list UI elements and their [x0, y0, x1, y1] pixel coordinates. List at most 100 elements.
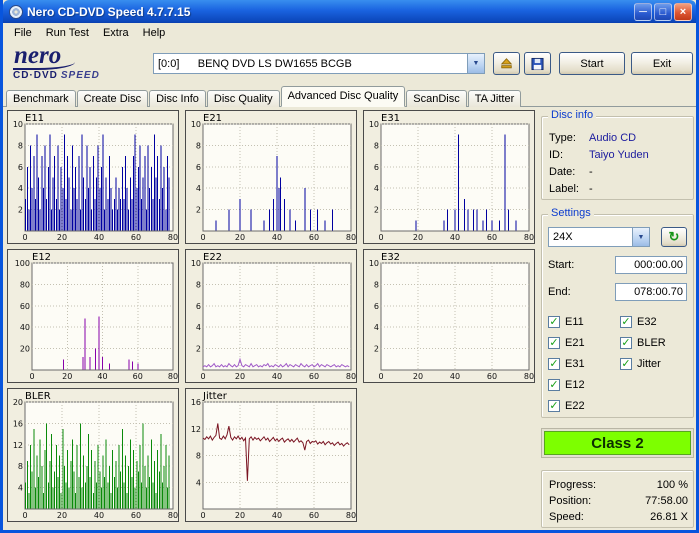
menu-file[interactable]: File — [7, 26, 39, 40]
save-screenshot-button[interactable] — [524, 52, 551, 75]
charts-grid: 108642020406080E11108642020406080E211086… — [7, 110, 535, 530]
end-position-field[interactable]: 078:00.70 — [615, 283, 687, 301]
settings-title: Settings — [548, 207, 594, 219]
checkbox-label: E32 — [637, 316, 657, 328]
chart-plot-e21: 108642020406080E21 — [186, 111, 356, 243]
chart-e11: 108642020406080E11 — [7, 110, 179, 244]
svg-text:E12: E12 — [32, 252, 51, 263]
svg-text:0: 0 — [29, 372, 34, 381]
refresh-button[interactable]: ↻ — [661, 227, 687, 247]
checkbox-e31[interactable]: ✓E31 — [548, 353, 620, 374]
tab-scandisc[interactable]: ScanDisc — [406, 90, 466, 107]
menu-help[interactable]: Help — [136, 26, 173, 40]
menu-run-test[interactable]: Run Test — [39, 26, 96, 40]
checkbox-e32[interactable]: ✓ E32 — [620, 311, 686, 332]
svg-text:10: 10 — [369, 259, 379, 268]
svg-text:16: 16 — [191, 398, 201, 407]
svg-text:10: 10 — [191, 259, 201, 268]
checkbox-box-e31[interactable]: ✓ — [548, 358, 560, 370]
svg-text:2: 2 — [374, 345, 379, 354]
svg-text:0: 0 — [22, 511, 27, 520]
window-controls: ─ □ × — [634, 3, 692, 21]
svg-text:80: 80 — [168, 233, 178, 242]
svg-text:60: 60 — [309, 233, 319, 242]
svg-text:20: 20 — [413, 233, 423, 242]
checkbox-box-bler[interactable]: ✓ — [620, 337, 632, 349]
svg-text:BLER: BLER — [25, 391, 51, 402]
svg-text:60: 60 — [309, 511, 319, 520]
drive-select[interactable]: [0:0] BENQ DVD LS DW1655 BCGB ▼ — [153, 53, 485, 74]
start-field-row: Start: 000:00.00 — [548, 256, 687, 274]
disc-info-label: Date: — [549, 166, 589, 178]
checkbox-box-e32[interactable]: ✓ — [620, 316, 632, 328]
checkbox-box-e11[interactable]: ✓ — [548, 316, 560, 328]
start-button[interactable]: Start — [559, 52, 625, 75]
svg-text:4: 4 — [196, 323, 201, 332]
svg-text:10: 10 — [369, 120, 379, 129]
svg-text:40: 40 — [20, 323, 30, 332]
eject-button[interactable] — [493, 52, 520, 75]
svg-text:20: 20 — [235, 372, 245, 381]
checkbox-label: E12 — [565, 379, 585, 391]
disc-info-row-date-: Date:- — [549, 163, 686, 180]
svg-text:60: 60 — [487, 372, 497, 381]
checkbox-box-e22[interactable]: ✓ — [548, 400, 560, 412]
checkbox-jitter[interactable]: ✓Jitter — [620, 353, 686, 374]
svg-text:8: 8 — [374, 141, 379, 150]
maximize-button[interactable]: □ — [654, 3, 672, 21]
window-title: Nero CD-DVD Speed 4.7.7.15 — [27, 5, 634, 19]
chart-plot-e11: 108642020406080E11 — [8, 111, 178, 243]
svg-text:10: 10 — [13, 120, 23, 129]
tab-benchmark[interactable]: Benchmark — [6, 90, 76, 107]
close-button[interactable]: × — [674, 3, 692, 21]
checkbox-e12[interactable]: ✓ E12 — [548, 374, 620, 395]
checkbox-e21[interactable]: ✓E21 — [548, 332, 620, 353]
drive-select-value: [0:0] BENQ DVD LS DW1655 BCGB — [154, 58, 467, 70]
checkbox-box-e12[interactable]: ✓ — [548, 379, 560, 391]
checkbox-box-jitter[interactable]: ✓ — [620, 358, 632, 370]
chart-e21: 108642020406080E21 — [185, 110, 357, 244]
svg-text:0: 0 — [378, 372, 383, 381]
exit-button[interactable]: Exit — [631, 52, 693, 75]
checkbox-bler[interactable]: ✓BLER — [620, 332, 686, 353]
checkbox-e11[interactable]: ✓E11 — [548, 311, 620, 332]
save-icon — [531, 57, 544, 71]
chart-e32: 108642020406080E32 — [363, 249, 535, 383]
checkbox-label: E22 — [565, 400, 585, 412]
svg-text:60: 60 — [309, 372, 319, 381]
svg-text:0: 0 — [22, 233, 27, 242]
tab-create-disc[interactable]: Create Disc — [77, 90, 148, 107]
checkbox-box-e21[interactable]: ✓ — [548, 337, 560, 349]
title-bar[interactable]: Nero CD-DVD Speed 4.7.7.15 ─ □ × — [3, 0, 696, 23]
svg-text:E22: E22 — [203, 252, 222, 263]
tab-advanced-disc-quality[interactable]: Advanced Disc Quality — [281, 86, 406, 107]
checkbox-e22[interactable]: ✓ E22 — [548, 395, 620, 416]
chart-e31: 108642020406080E31 — [363, 110, 535, 244]
svg-text:6: 6 — [196, 163, 201, 172]
svg-text:6: 6 — [374, 302, 379, 311]
disc-info-row-label-: Label:- — [549, 180, 686, 197]
svg-text:80: 80 — [524, 372, 534, 381]
start-position-field[interactable]: 000:00.00 — [615, 256, 687, 274]
svg-text:80: 80 — [168, 511, 178, 520]
status-value: 77:58.00 — [645, 495, 688, 507]
svg-text:4: 4 — [196, 184, 201, 193]
svg-text:80: 80 — [524, 233, 534, 242]
svg-text:20: 20 — [62, 372, 72, 381]
svg-text:80: 80 — [20, 280, 30, 289]
svg-text:2: 2 — [374, 206, 379, 215]
svg-text:8: 8 — [18, 462, 23, 471]
chevron-down-icon[interactable]: ▼ — [467, 54, 484, 73]
tab-disc-info[interactable]: Disc Info — [149, 90, 206, 107]
logo-speed: SPEED — [61, 70, 100, 81]
speed-select[interactable]: 24X ▼ — [548, 227, 650, 247]
svg-text:60: 60 — [133, 372, 143, 381]
tab-disc-quality[interactable]: Disc Quality — [207, 90, 280, 107]
minimize-button[interactable]: ─ — [634, 3, 652, 21]
refresh-icon: ↻ — [669, 229, 680, 245]
error-type-checkboxes: ✓E11✓E21✓E31✓E12✓E22✓E32✓BLER✓Jitter — [548, 311, 687, 416]
chevron-down-icon[interactable]: ▼ — [632, 228, 649, 246]
menu-extra[interactable]: Extra — [96, 26, 136, 40]
tab-ta-jitter[interactable]: TA Jitter — [468, 90, 522, 107]
nero-logo: nero CD·DVDSPEED — [13, 43, 100, 81]
